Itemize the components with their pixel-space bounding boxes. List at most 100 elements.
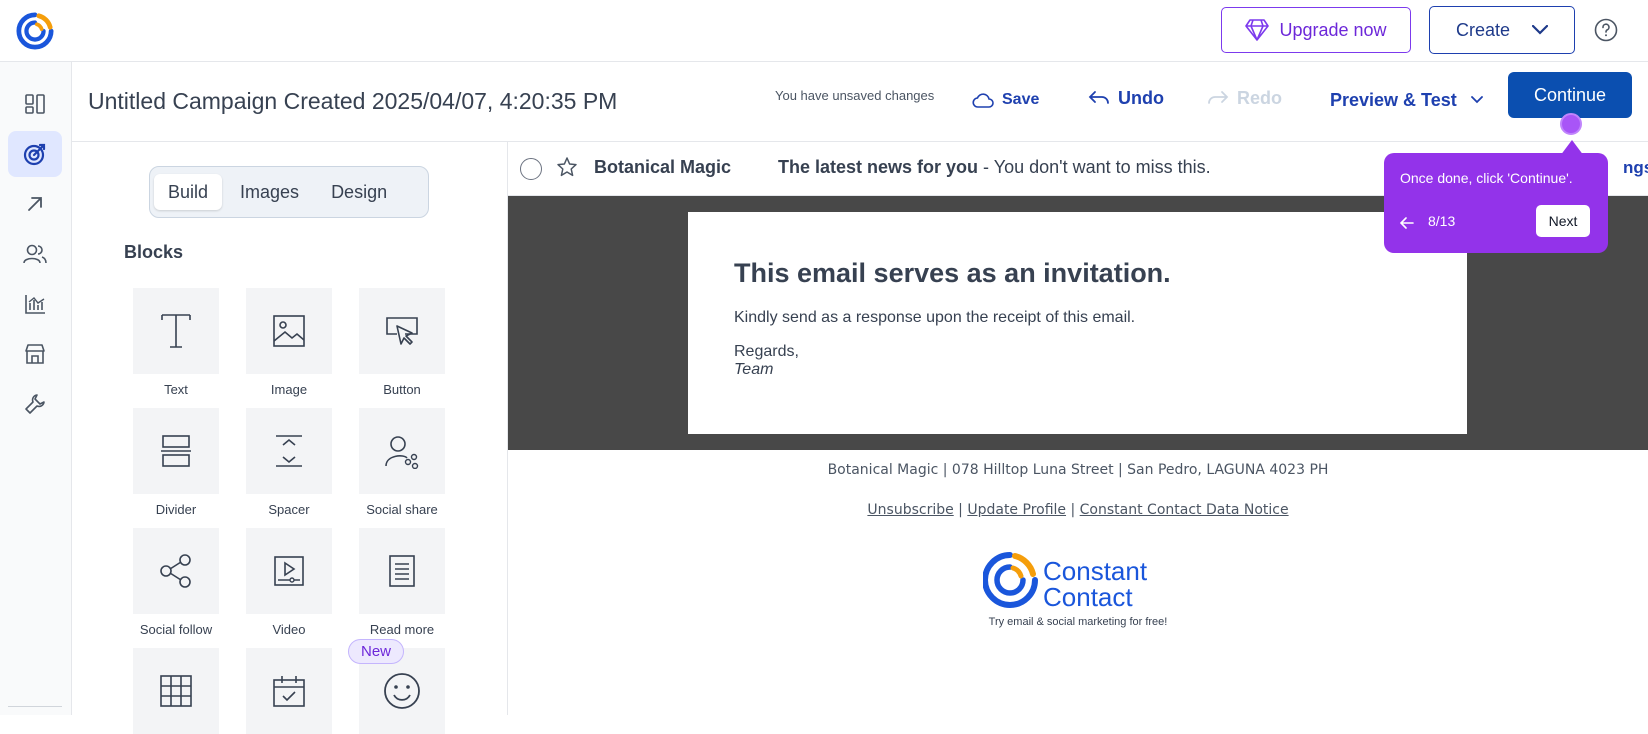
tab-design[interactable]: Design — [317, 174, 401, 210]
block-button[interactable]: Button — [359, 288, 445, 397]
save-button[interactable]: Save — [972, 80, 1039, 120]
constant-contact-brand-logo: Constant Contact — [983, 552, 1148, 612]
sidebar-item-reporting[interactable] — [8, 281, 62, 327]
dashboard-icon — [25, 94, 45, 114]
block-table[interactable] — [133, 648, 219, 734]
upgrade-now-label: Upgrade now — [1279, 19, 1387, 40]
reporting-icon — [25, 295, 45, 314]
calendar-icon — [273, 676, 305, 707]
redo-button[interactable]: Redo — [1207, 78, 1282, 118]
chevron-down-icon — [1470, 96, 1483, 104]
email-signature[interactable]: Team — [734, 361, 1421, 379]
cloud-icon — [972, 93, 994, 108]
block-tile — [246, 408, 332, 494]
block-tile — [359, 528, 445, 614]
link-separator: | — [1070, 502, 1080, 518]
data-notice-link[interactable]: Constant Contact Data Notice — [1080, 502, 1289, 518]
block-tile — [133, 288, 219, 374]
block-social-share[interactable]: Social share — [359, 408, 445, 517]
subject-text: The latest news for you — [778, 157, 979, 177]
block-label: Video — [272, 622, 306, 637]
block-image[interactable]: Image — [246, 288, 332, 397]
sender-name[interactable]: Botanical Magic — [594, 157, 731, 178]
block-tile — [133, 648, 219, 734]
save-label: Save — [1002, 91, 1040, 108]
sidebar-item-outreach[interactable] — [8, 181, 62, 227]
preheader-text: - You don't want to miss this. — [978, 157, 1211, 177]
sidebar-divider — [8, 706, 62, 707]
arrow-left-icon[interactable] — [1400, 217, 1414, 229]
settings-link[interactable]: ngs — [1623, 158, 1648, 178]
select-radio[interactable] — [520, 158, 542, 180]
arrow-up-right-icon — [28, 197, 42, 211]
email-body[interactable]: Kindly send as a response upon the recei… — [734, 309, 1421, 327]
block-label: Read more — [369, 622, 435, 637]
constant-contact-logo-icon[interactable] — [16, 12, 54, 50]
block-social-follow[interactable]: Social follow — [133, 528, 219, 637]
tour-hotspot[interactable] — [1560, 113, 1582, 135]
sidebar-item-contacts[interactable] — [8, 231, 62, 277]
tab-build[interactable]: Build — [154, 174, 223, 210]
tour-popover: Once done, click 'Continue'. 8/13 Next — [1384, 153, 1608, 253]
upgrade-now-button[interactable]: Upgrade now — [1221, 7, 1411, 53]
block-spacer[interactable]: Spacer — [246, 408, 332, 517]
preview-and-test-button[interactable]: Preview & Test — [1330, 80, 1483, 120]
button-icon — [386, 317, 418, 345]
sidebar-item-dashboard[interactable] — [8, 81, 62, 127]
create-button[interactable]: Create — [1429, 6, 1575, 54]
update-profile-link[interactable]: Update Profile — [967, 502, 1066, 518]
campaign-title[interactable]: Untitled Campaign Created 2025/04/07, 4:… — [88, 88, 617, 115]
undo-label: Undo — [1118, 87, 1164, 108]
block-label: Image — [270, 382, 308, 397]
build-panel: Build Images Design Blocks Text Image Bu… — [72, 142, 508, 734]
new-badge: New — [348, 639, 405, 664]
tour-next-button[interactable]: Next — [1536, 205, 1590, 237]
email-regards[interactable]: Regards, — [734, 343, 1421, 361]
block-video[interactable]: Video — [246, 528, 332, 637]
spacer-icon — [276, 435, 302, 467]
store-icon — [25, 344, 45, 364]
tools-icon — [25, 394, 45, 414]
block-tile — [246, 648, 332, 734]
block-tile — [246, 288, 332, 374]
block-label: Social share — [366, 502, 438, 517]
brand-tagline: Try email & social marketing for free! — [988, 616, 1168, 628]
video-icon — [274, 556, 304, 586]
star-icon[interactable] — [556, 156, 578, 178]
block-tile — [133, 408, 219, 494]
table-icon — [160, 675, 192, 707]
diamond-icon — [1245, 19, 1270, 41]
unsubscribe-link[interactable]: Unsubscribe — [867, 502, 953, 518]
undo-button[interactable]: Undo — [1088, 78, 1164, 118]
block-read-more[interactable]: Read more — [359, 528, 445, 637]
tour-step-counter: 8/13 — [1428, 213, 1456, 229]
preview-and-test-label: Preview & Test — [1330, 89, 1457, 110]
block-label: Divider — [155, 502, 197, 517]
block-tile — [359, 408, 445, 494]
subject-line[interactable]: The latest news for you - You don't want… — [778, 157, 1211, 178]
block-label: Button — [383, 382, 421, 397]
email-content-block[interactable]: This email serves as an invitation. Kind… — [688, 212, 1467, 434]
top-bar: Upgrade now Create — [0, 0, 1648, 62]
sidebar-item-store[interactable] — [8, 331, 62, 377]
undo-icon — [1088, 91, 1109, 104]
read-more-icon — [389, 555, 415, 587]
sidebar-item-campaigns[interactable] — [8, 131, 62, 177]
block-text[interactable]: Text — [133, 288, 219, 397]
help-icon[interactable] — [1594, 18, 1618, 42]
email-heading[interactable]: This email serves as an invitation. — [734, 258, 1421, 289]
sidebar-item-tools[interactable] — [8, 381, 62, 427]
link-separator: | — [958, 502, 968, 518]
tab-images[interactable]: Images — [226, 174, 313, 210]
social-share-icon — [385, 436, 419, 469]
redo-label: Redo — [1237, 87, 1282, 108]
brand-name-line2: Contact — [1043, 582, 1133, 612]
continue-button[interactable]: Continue — [1508, 72, 1632, 118]
block-label: Social follow — [139, 622, 213, 637]
divider-icon — [161, 435, 191, 467]
block-label: Text — [164, 382, 188, 397]
editor-tab-group: Build Images Design — [149, 166, 429, 218]
block-divider[interactable]: Divider — [133, 408, 219, 517]
contacts-icon — [23, 244, 47, 264]
block-event[interactable] — [246, 648, 332, 734]
